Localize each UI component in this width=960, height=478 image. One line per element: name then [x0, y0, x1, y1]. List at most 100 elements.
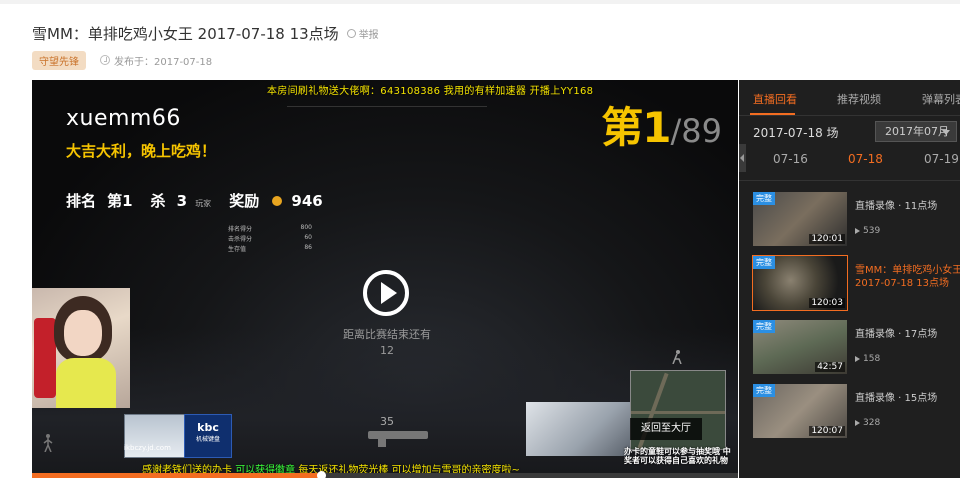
big-rank-total: /89	[670, 112, 723, 150]
streamer-webcam	[32, 288, 130, 408]
play-count-icon	[855, 356, 860, 362]
full-badge: 完整	[753, 192, 775, 205]
date-prev-arrow[interactable]	[739, 144, 746, 172]
month-select-value: 2017年07月	[885, 125, 949, 138]
divider	[739, 180, 960, 181]
report-icon	[346, 28, 356, 38]
kbc-ad-brand: kbc	[197, 421, 219, 434]
play-count-icon	[855, 420, 860, 426]
score-row-value: 86	[304, 244, 312, 251]
match-stats: 排名 第1 杀 3 玩家 奖励 946	[66, 190, 323, 211]
tab-recommended[interactable]: 推荐视频	[837, 91, 881, 107]
replay-item[interactable]: 完整 42:57 直播录像 · 17点场 158	[753, 320, 953, 374]
view-count-value: 539	[863, 226, 881, 236]
countdown-value: 12	[380, 344, 394, 357]
full-badge: 完整	[753, 320, 775, 333]
view-count: 158	[855, 354, 880, 364]
map-road	[631, 411, 725, 414]
date-heading: 2017-07-18 场	[753, 126, 839, 140]
rank-value: 第1	[107, 192, 133, 210]
day-item-active[interactable]: 07-18	[848, 152, 883, 166]
title-row: 雪MM：单排吃鸡小女王 2017-07-18 13点场 举报	[32, 22, 379, 44]
stand-stance-icon	[43, 434, 53, 452]
play-count-icon	[855, 228, 860, 234]
chevron-down-icon	[942, 130, 950, 135]
duration-label: 42:57	[815, 362, 845, 372]
rank-label: 排名	[66, 192, 97, 210]
stream-marquee: 本房间刷礼物送大佬啊：643108386 我用的有样加速器 开播上YY168	[267, 86, 594, 97]
score-row-label: 击杀得分	[228, 236, 253, 243]
win-slogan: 大吉大利，晚上吃鸡！	[66, 142, 217, 160]
score-row: 生存值 86	[228, 244, 312, 254]
replay-item[interactable]: 完整 120:01 直播录像 · 11点场 539	[753, 192, 953, 246]
side-panel: 直播回看 推荐视频 弹幕列表 2017-07-18 场 2017年07月 07-…	[739, 80, 960, 478]
report-label: 举报	[358, 29, 379, 41]
day-item[interactable]: 07-16	[773, 152, 808, 166]
score-row: 击杀得分 60	[228, 234, 312, 244]
progress-knob[interactable]	[317, 471, 327, 478]
back-to-lobby-button[interactable]: 返回至大厅	[630, 418, 702, 440]
view-count: 328	[855, 418, 880, 428]
kills-unit: 玩家	[195, 199, 212, 208]
publish-date: 发布于：2017-07-18	[100, 53, 212, 68]
score-row-value: 800	[300, 224, 312, 231]
big-rank-first: 第1	[601, 103, 671, 152]
reward-label: 奖励	[229, 192, 260, 210]
kills-value: 3	[176, 192, 188, 210]
ammo-count: 35	[380, 415, 394, 428]
webcam-face	[64, 310, 102, 356]
duration-label: 120:01	[809, 234, 845, 244]
player-username: xuemm66	[66, 106, 181, 131]
score-row-label: 排名得分	[228, 226, 253, 233]
reward-stat: 奖励 946	[229, 190, 323, 211]
coin-icon	[272, 196, 283, 206]
kbc-ad-sub: 机械键盘	[195, 436, 220, 443]
report-link[interactable]: 举报	[346, 26, 379, 41]
replay-title[interactable]: 直播录像 · 17点场	[855, 328, 960, 341]
weapon-hud: 35	[354, 415, 464, 455]
replay-title[interactable]: 雪MM：单排吃鸡小女王 2017-07-18 13点场	[855, 264, 960, 290]
tab-danmaku-list[interactable]: 弹幕列表	[922, 91, 960, 107]
score-row-value: 60	[304, 234, 312, 241]
progress-fill	[32, 473, 322, 478]
big-rank: 第1 /89	[601, 94, 722, 155]
view-count: 539	[855, 226, 880, 236]
replay-title[interactable]: 直播录像 · 15点场	[855, 392, 960, 405]
category-badge[interactable]: 守望先锋	[32, 50, 86, 70]
video-progress-bar[interactable]	[32, 471, 738, 478]
lottery-promo: 办卡的童鞋可以参与抽奖哦 中奖者可以获得自己喜欢的礼物	[624, 447, 731, 465]
duration-label: 120:03	[809, 298, 845, 308]
publish-date-text: 发布于：2017-07-18	[114, 56, 213, 68]
view-count-value: 328	[863, 418, 881, 428]
full-badge: 完整	[753, 256, 775, 269]
day-item[interactable]: 07-19	[924, 152, 959, 166]
play-button[interactable]	[363, 270, 409, 316]
score-row-label: 生存值	[228, 246, 247, 253]
reward-value: 946	[291, 192, 323, 210]
webcam-chair	[34, 318, 56, 398]
controller-ad-image	[526, 402, 630, 456]
tab-replay[interactable]: 直播回看	[753, 91, 797, 107]
replay-item[interactable]: 完整 120:07 直播录像 · 15点场 328	[753, 384, 953, 438]
replay-item-active[interactable]: 完整 120:03 雪MM：单排吃鸡小女王 2017-07-18 13点场	[752, 255, 960, 311]
replay-thumbnail[interactable]: 完整 120:03	[752, 255, 848, 311]
kills-stat: 杀 3 玩家	[151, 190, 212, 211]
panel-tabs: 直播回看 推荐视频 弹幕列表	[739, 80, 960, 116]
score-breakdown: 排名得分 800 击杀得分 60 生存值 86	[228, 224, 312, 254]
kbc-ad-logo[interactable]: kbc 机械键盘	[184, 414, 232, 458]
score-row: 排名得分 800	[228, 224, 312, 234]
view-count-value: 158	[863, 354, 881, 364]
kills-label: 杀	[150, 192, 166, 210]
replay-thumbnail[interactable]: 完整 42:57	[753, 320, 847, 374]
duration-label: 120:07	[809, 426, 845, 436]
replay-thumbnail[interactable]: 完整 120:01	[753, 192, 847, 246]
video-player[interactable]: 本房间刷礼物送大佬啊：643108386 我用的有样加速器 开播上YY168 第…	[32, 80, 738, 478]
top-border	[0, 0, 960, 4]
replay-title[interactable]: 直播录像 · 11点场	[855, 200, 960, 213]
rifle-icon	[368, 431, 428, 447]
crouch-stance-icon	[672, 350, 682, 364]
rank-stat: 排名 第1	[66, 190, 133, 211]
month-select[interactable]: 2017年07月	[875, 121, 957, 142]
replay-thumbnail[interactable]: 完整 120:07	[753, 384, 847, 438]
countdown-text: 距离比赛结束还有	[343, 328, 431, 341]
